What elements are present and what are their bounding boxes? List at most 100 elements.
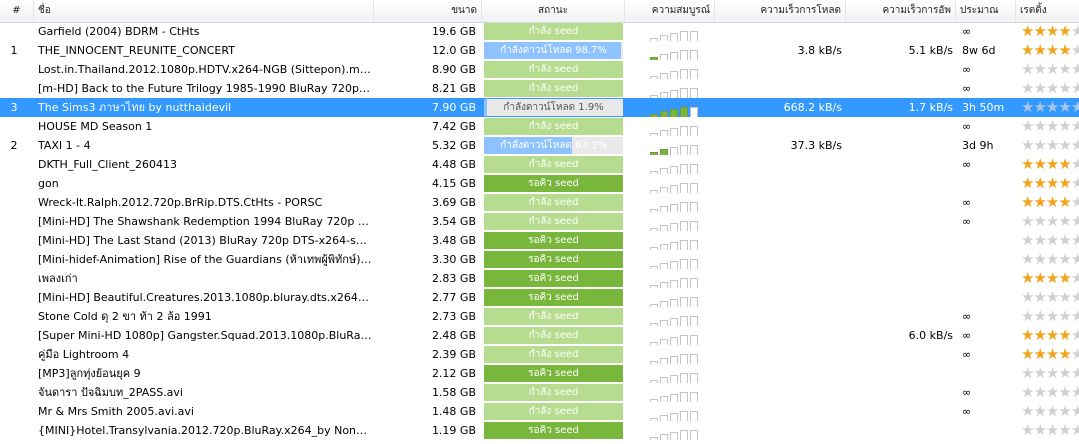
star-icon[interactable]: ★ <box>1058 250 1071 268</box>
star-icon[interactable]: ★ <box>1058 174 1071 192</box>
star-icon[interactable]: ★ <box>1033 250 1046 268</box>
star-icon[interactable]: ★ <box>1021 231 1034 249</box>
table-row[interactable]: {MINI}Hotel.Transylvania.2012.720p.BluRa… <box>0 421 1079 440</box>
column-header-size[interactable]: ขนาด <box>374 0 482 22</box>
rating-stars[interactable]: ★★★★★ <box>1021 231 1079 250</box>
rating-stars[interactable]: ★★★★★ <box>1021 212 1079 231</box>
star-icon[interactable]: ★ <box>1033 174 1046 192</box>
star-icon[interactable]: ★ <box>1033 402 1046 420</box>
rating-stars[interactable]: ★★★★★ <box>1021 383 1079 402</box>
rating-cell[interactable]: ★★★★★ <box>1021 364 1079 383</box>
column-header-name[interactable]: ชื่อ <box>34 0 374 22</box>
rating-cell[interactable]: ★★★★★ <box>1021 250 1079 269</box>
star-icon[interactable]: ★ <box>1058 193 1071 211</box>
rating-stars[interactable]: ★★★★★ <box>1021 250 1079 269</box>
star-icon[interactable]: ★ <box>1046 79 1059 97</box>
star-icon[interactable]: ★ <box>1033 307 1046 325</box>
rating-cell[interactable]: ★★★★★ <box>1021 231 1079 250</box>
star-icon[interactable]: ★ <box>1033 383 1046 401</box>
star-icon[interactable]: ★ <box>1033 193 1046 211</box>
rating-stars[interactable]: ★★★★★ <box>1021 288 1079 307</box>
rating-cell[interactable]: ★★★★★ <box>1021 41 1079 60</box>
star-icon[interactable]: ★ <box>1071 174 1079 192</box>
rating-stars[interactable]: ★★★★★ <box>1021 174 1079 193</box>
table-row[interactable]: [MP3]ลูกทุ่งย้อนยุค 9 2.12 GB รอคิว seed ★★… <box>0 364 1079 383</box>
star-icon[interactable]: ★ <box>1033 79 1046 97</box>
column-header-availability[interactable]: ความสมบูรณ์ <box>625 0 715 22</box>
table-row[interactable]: [Mini-HD] Beautiful.Creatures.2013.1080p… <box>0 288 1079 307</box>
star-icon[interactable]: ★ <box>1033 421 1046 439</box>
star-icon[interactable]: ★ <box>1046 364 1059 382</box>
star-icon[interactable]: ★ <box>1021 98 1034 116</box>
star-icon[interactable]: ★ <box>1021 288 1034 306</box>
star-icon[interactable]: ★ <box>1021 60 1034 78</box>
table-row[interactable]: Lost.in.Thailand.2012.1080p.HDTV.x264-NG… <box>0 60 1079 79</box>
star-icon[interactable]: ★ <box>1046 421 1059 439</box>
star-icon[interactable]: ★ <box>1071 288 1079 306</box>
star-icon[interactable]: ★ <box>1021 307 1034 325</box>
rating-cell[interactable]: ★★★★★ <box>1021 136 1079 155</box>
star-icon[interactable]: ★ <box>1058 364 1071 382</box>
rating-cell[interactable]: ★★★★★ <box>1021 345 1079 364</box>
rating-cell[interactable]: ★★★★★ <box>1021 174 1079 193</box>
star-icon[interactable]: ★ <box>1071 250 1079 268</box>
rating-cell[interactable]: ★★★★★ <box>1021 383 1079 402</box>
column-header-download-speed[interactable]: ความเร็วการโหลด <box>715 0 846 22</box>
star-icon[interactable]: ★ <box>1021 212 1034 230</box>
rating-stars[interactable]: ★★★★★ <box>1021 41 1079 60</box>
star-icon[interactable]: ★ <box>1046 269 1059 287</box>
table-row[interactable]: Mr & Mrs Smith 2005.avi.avi 1.48 GB กำลัง … <box>0 402 1079 421</box>
star-icon[interactable]: ★ <box>1046 193 1059 211</box>
rating-cell[interactable]: ★★★★★ <box>1021 212 1079 231</box>
column-header-rating[interactable]: เรตติ้ง <box>1016 0 1079 22</box>
rating-stars[interactable]: ★★★★★ <box>1021 79 1079 98</box>
star-icon[interactable]: ★ <box>1046 288 1059 306</box>
star-icon[interactable]: ★ <box>1058 231 1071 249</box>
rating-cell[interactable]: ★★★★★ <box>1021 307 1079 326</box>
star-icon[interactable]: ★ <box>1058 269 1071 287</box>
rating-stars[interactable]: ★★★★★ <box>1021 421 1079 440</box>
star-icon[interactable]: ★ <box>1021 364 1034 382</box>
rating-stars[interactable]: ★★★★★ <box>1021 136 1079 155</box>
star-icon[interactable]: ★ <box>1058 288 1071 306</box>
star-icon[interactable]: ★ <box>1046 212 1059 230</box>
star-icon[interactable]: ★ <box>1058 136 1071 154</box>
rating-cell[interactable]: ★★★★★ <box>1021 117 1079 136</box>
star-icon[interactable]: ★ <box>1058 60 1071 78</box>
rating-cell[interactable]: ★★★★★ <box>1021 22 1079 41</box>
rating-stars[interactable]: ★★★★★ <box>1021 155 1079 174</box>
rating-stars[interactable]: ★★★★★ <box>1021 307 1079 326</box>
star-icon[interactable]: ★ <box>1046 155 1059 173</box>
rating-cell[interactable]: ★★★★★ <box>1021 98 1079 117</box>
star-icon[interactable]: ★ <box>1071 345 1079 363</box>
star-icon[interactable]: ★ <box>1033 41 1046 59</box>
star-icon[interactable]: ★ <box>1071 212 1079 230</box>
star-icon[interactable]: ★ <box>1058 41 1071 59</box>
star-icon[interactable]: ★ <box>1071 117 1079 135</box>
rating-stars[interactable]: ★★★★★ <box>1021 269 1079 288</box>
table-row[interactable]: HOUSE MD Season 1 7.42 GB กำลัง seed ∞ ★★★★★ <box>0 117 1079 136</box>
star-icon[interactable]: ★ <box>1058 383 1071 401</box>
column-header-eta[interactable]: ประมาณ <box>956 0 1016 22</box>
rating-stars[interactable]: ★★★★★ <box>1021 345 1079 364</box>
star-icon[interactable]: ★ <box>1046 383 1059 401</box>
table-row[interactable]: เพลงเก่า 2.83 GB รอคิว seed ★★★★★ <box>0 269 1079 288</box>
rating-stars[interactable]: ★★★★★ <box>1021 60 1079 79</box>
star-icon[interactable]: ★ <box>1033 231 1046 249</box>
star-icon[interactable]: ★ <box>1046 174 1059 192</box>
rating-stars[interactable]: ★★★★★ <box>1021 117 1079 136</box>
star-icon[interactable]: ★ <box>1033 345 1046 363</box>
table-row[interactable]: DKTH_Full_Client_260413 4.48 GB กำลัง seed… <box>0 155 1079 174</box>
star-icon[interactable]: ★ <box>1033 22 1046 40</box>
star-icon[interactable]: ★ <box>1071 155 1079 173</box>
table-row[interactable]: [m-HD] Back to the Future Trilogy 1985-1… <box>0 79 1079 98</box>
star-icon[interactable]: ★ <box>1021 269 1034 287</box>
star-icon[interactable]: ★ <box>1058 98 1071 116</box>
star-icon[interactable]: ★ <box>1033 155 1046 173</box>
star-icon[interactable]: ★ <box>1058 22 1071 40</box>
star-icon[interactable]: ★ <box>1046 41 1059 59</box>
star-icon[interactable]: ★ <box>1058 117 1071 135</box>
star-icon[interactable]: ★ <box>1058 421 1071 439</box>
column-header-status[interactable]: สถานะ <box>482 0 625 22</box>
star-icon[interactable]: ★ <box>1046 250 1059 268</box>
